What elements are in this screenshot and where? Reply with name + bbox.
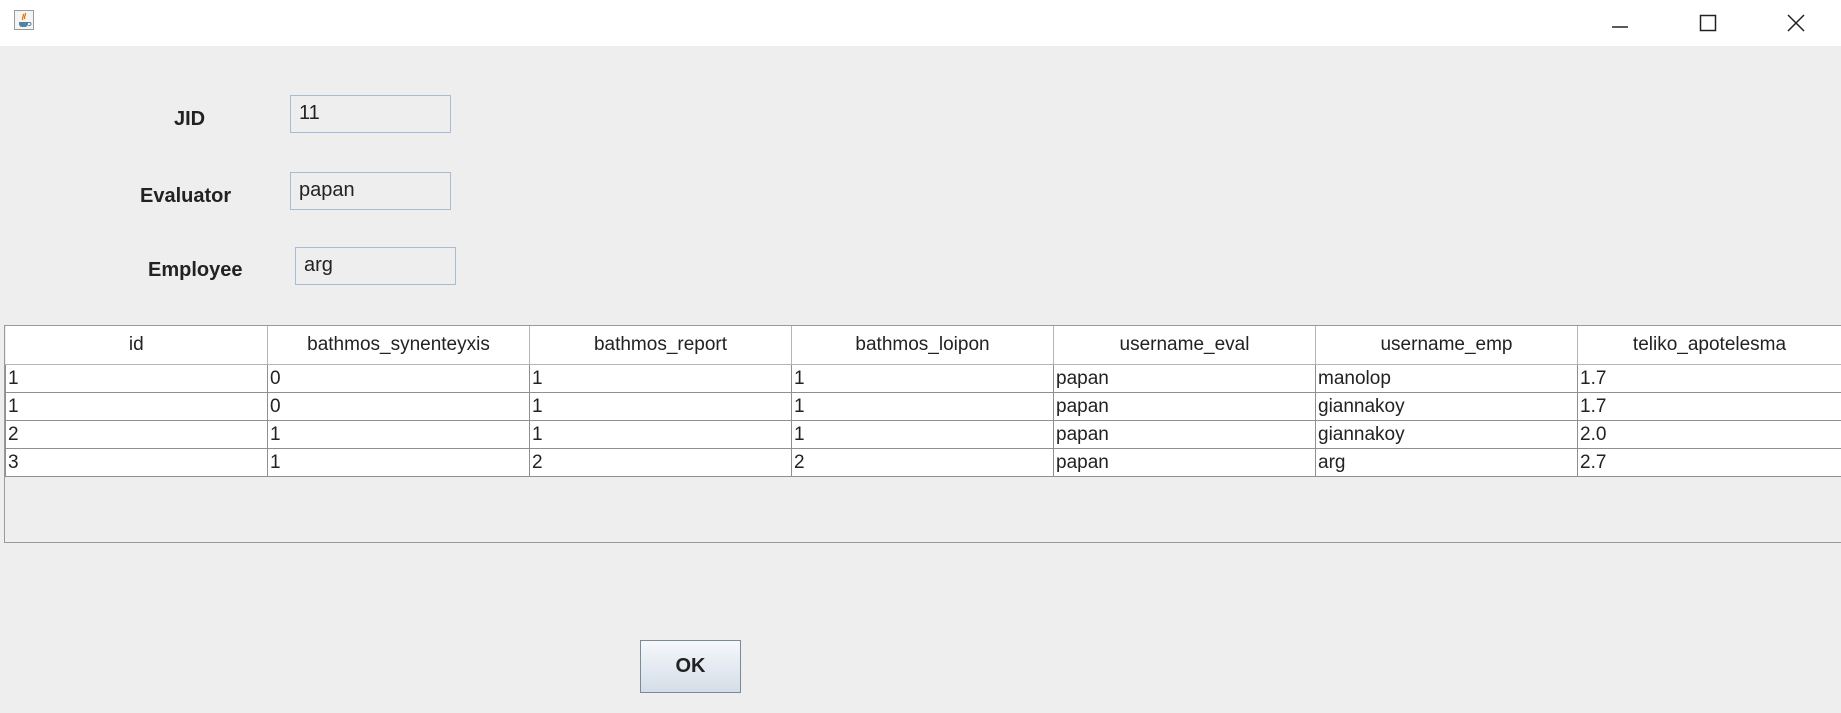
table-cell[interactable]: 2 [529,448,792,477]
table-header-row: id bathmos_synenteyxis bathmos_report ba… [5,326,1841,365]
table-cell[interactable]: 1 [5,392,268,421]
table-cell[interactable]: 3 [5,448,268,477]
column-header-bathmos-report[interactable]: bathmos_report [529,326,792,365]
table-cell[interactable]: 0 [267,364,530,393]
table-cell[interactable]: arg [1315,448,1578,477]
ok-button[interactable]: OK [640,640,741,693]
table-cell[interactable]: 2.7 [1577,448,1841,477]
table-row[interactable]: 3 1 2 2 papan arg 2.7 [5,448,1841,477]
table-row[interactable]: 1 0 1 1 papan manolop 1.7 [5,364,1841,393]
table-cell[interactable]: 1 [267,420,530,449]
table-cell[interactable]: giannakoy [1315,392,1578,421]
close-button[interactable] [1768,0,1824,46]
java-cup-icon[interactable] [14,10,34,30]
table-cell[interactable]: 1 [267,448,530,477]
table-cell[interactable]: papan [1053,364,1316,393]
maximize-button[interactable] [1680,0,1736,46]
minimize-button[interactable] [1592,0,1648,46]
column-header-teliko-apotelesma[interactable]: teliko_apotelesma [1577,326,1841,365]
table-cell[interactable]: 2.0 [1577,420,1841,449]
minimize-icon [1612,26,1628,28]
close-icon [1787,14,1805,32]
evaluator-field[interactable]: papan [290,172,451,210]
title-bar [0,0,1841,46]
table-cell[interactable]: 1.7 [1577,392,1841,421]
jid-field[interactable]: 11 [290,95,451,133]
table-cell[interactable]: papan [1053,392,1316,421]
table-row[interactable]: 1 0 1 1 papan giannakoy 1.7 [5,392,1841,421]
table-cell[interactable]: 0 [267,392,530,421]
employee-label: Employee [148,259,243,281]
table-cell[interactable]: papan [1053,448,1316,477]
table-row[interactable]: 2 1 1 1 papan giannakoy 2.0 [5,420,1841,449]
table-cell[interactable]: giannakoy [1315,420,1578,449]
table-cell[interactable]: 1 [791,364,1054,393]
table-cell[interactable]: papan [1053,420,1316,449]
table-cell[interactable]: manolop [1315,364,1578,393]
table-cell[interactable]: 1 [5,364,268,393]
table-cell[interactable]: 1 [529,364,792,393]
table-cell[interactable]: 1 [791,420,1054,449]
table-cell[interactable]: 2 [791,448,1054,477]
employee-field[interactable]: arg [295,247,456,285]
results-table-scrollpane[interactable]: id bathmos_synenteyxis bathmos_report ba… [4,325,1841,543]
column-header-username-emp[interactable]: username_emp [1315,326,1578,365]
table-cell[interactable]: 1.7 [1577,364,1841,393]
column-header-username-eval[interactable]: username_eval [1053,326,1316,365]
table-cell[interactable]: 1 [529,420,792,449]
column-header-bathmos-loipon[interactable]: bathmos_loipon [791,326,1054,365]
column-header-bathmos-synenteyxis[interactable]: bathmos_synenteyxis [267,326,530,365]
table-cell[interactable]: 1 [791,392,1054,421]
jid-label: JID [174,108,206,130]
table-cell[interactable]: 1 [529,392,792,421]
column-header-id[interactable]: id [5,326,268,365]
table-cell[interactable]: 2 [5,420,268,449]
results-table[interactable]: id bathmos_synenteyxis bathmos_report ba… [5,326,1841,477]
evaluator-label: Evaluator [140,185,232,207]
maximize-icon [1699,14,1717,32]
